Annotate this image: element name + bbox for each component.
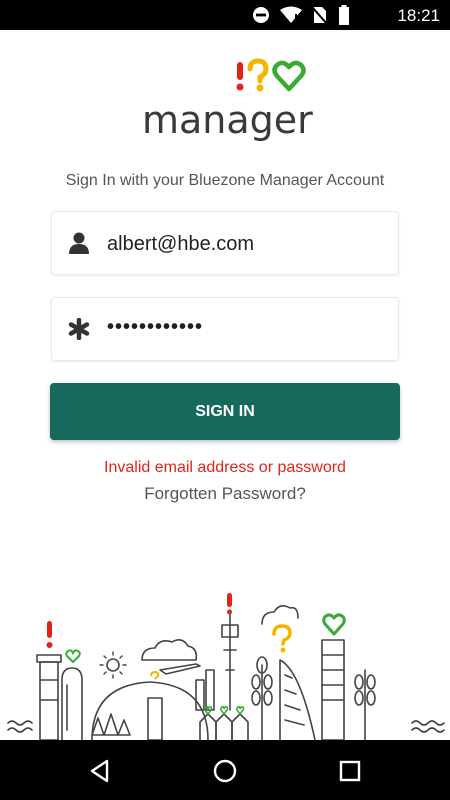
recents-icon[interactable]: [337, 758, 363, 784]
password-field[interactable]: ••••••••••••: [51, 297, 399, 361]
login-screen: 18:21 manager Sign In with your Bluezone…: [0, 0, 450, 800]
no-sim-icon: [312, 6, 328, 25]
email-value: albert@hbe.com: [107, 233, 255, 255]
back-icon[interactable]: [87, 758, 113, 784]
status-icons: [252, 5, 350, 25]
wifi-icon: [280, 6, 302, 23]
clock: 18:21: [397, 6, 440, 25]
logo-wordmark: manager: [142, 98, 313, 142]
app-logo: manager: [140, 58, 313, 148]
user-icon: [69, 232, 89, 254]
asterisk-icon: [68, 318, 90, 340]
logo-symbols-icon: [236, 58, 306, 92]
forgot-password-link[interactable]: Forgotten Password?: [0, 484, 450, 504]
status-bar: 18:21: [0, 0, 450, 30]
navigation-bar: [0, 740, 450, 800]
city-skyline-illustration: [7, 593, 445, 740]
sign-in-button[interactable]: SIGN IN: [50, 383, 400, 440]
battery-icon: [339, 5, 349, 25]
error-message: Invalid email address or password: [104, 459, 346, 476]
do-not-disturb-icon: [253, 7, 269, 23]
signin-subtitle: Sign In with your Bluezone Manager Accou…: [65, 172, 385, 189]
home-icon[interactable]: [212, 758, 238, 784]
password-value: ••••••••••••: [107, 316, 204, 338]
email-field[interactable]: albert@hbe.com: [51, 211, 399, 275]
